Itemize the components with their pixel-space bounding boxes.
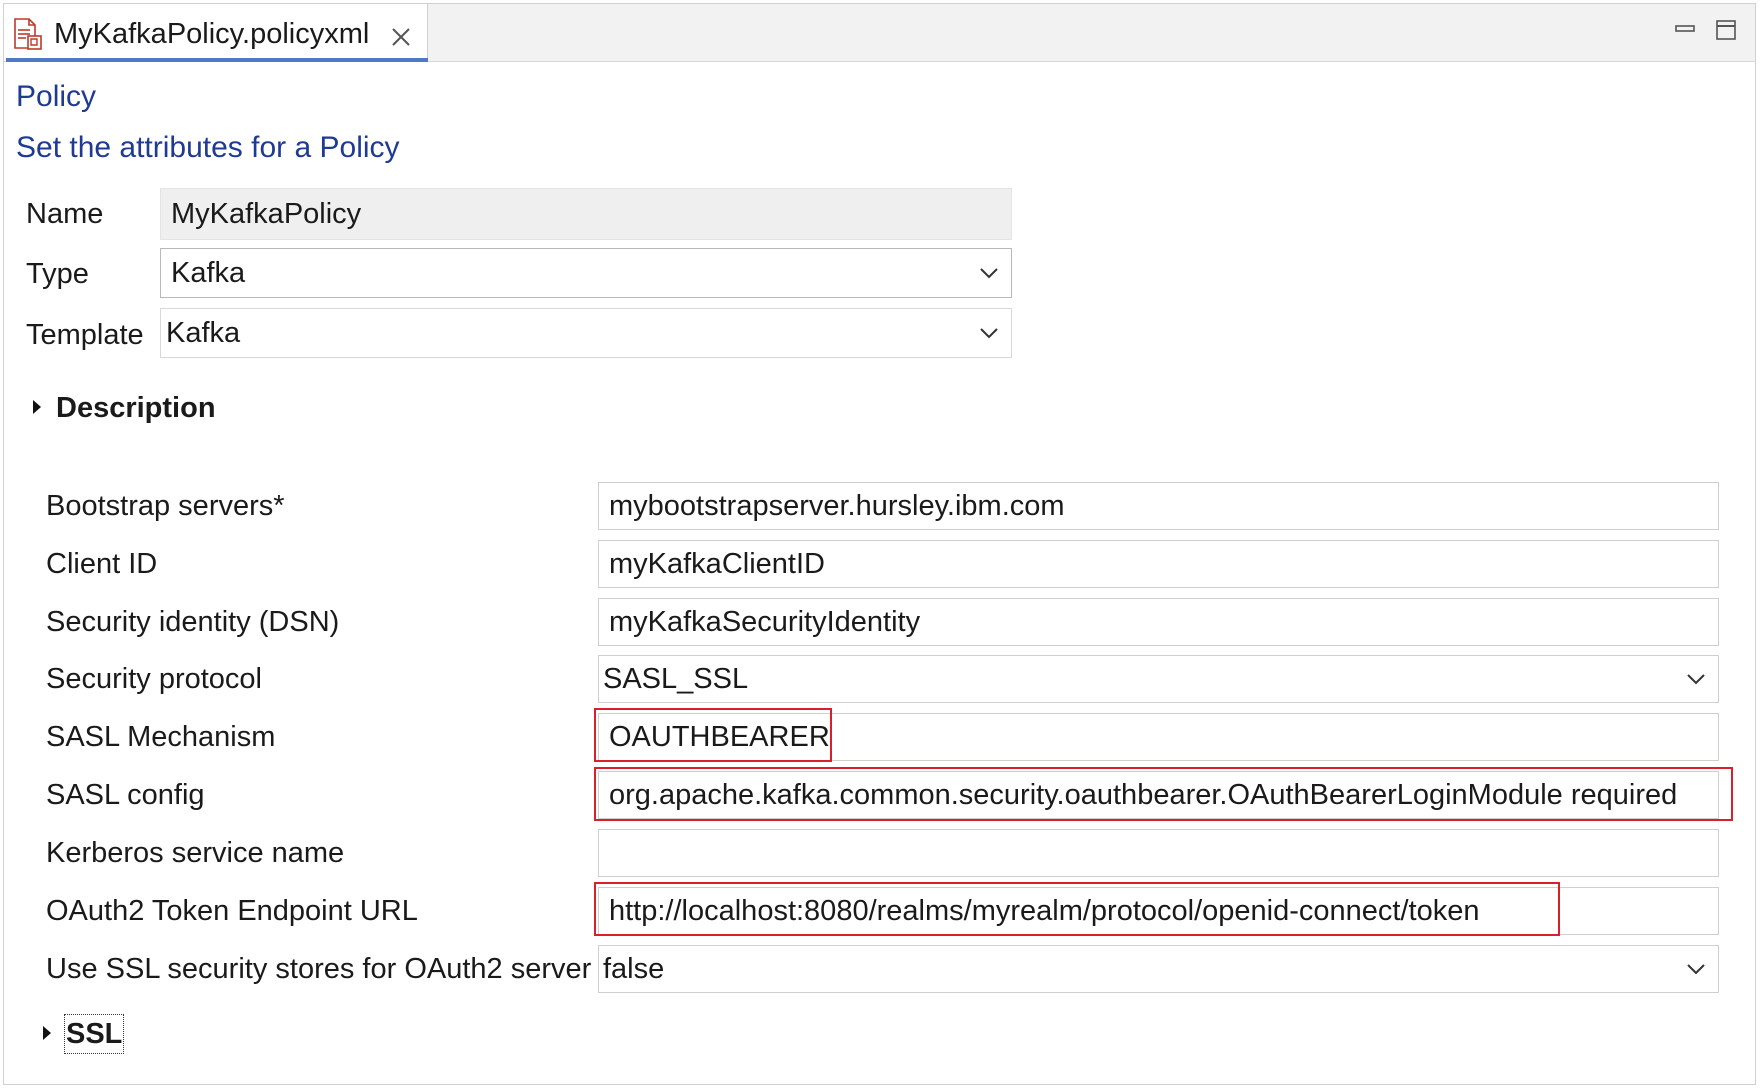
template-value: Kafka <box>166 317 241 349</box>
property-select-use-ssl-security-stores-for-oauth2-server[interactable]: false <box>598 945 1719 993</box>
chevron-down-icon <box>1687 674 1705 685</box>
property-select-security-protocol[interactable]: SASL_SSL <box>598 655 1719 703</box>
property-input-kerberos-service-name[interactable] <box>598 829 1719 877</box>
page-title: Policy <box>16 80 97 113</box>
property-input-sasl-config[interactable]: org.apache.kafka.common.security.oauthbe… <box>598 771 1719 819</box>
property-label-security-protocol: Security protocol <box>46 663 262 695</box>
ssl-section-title[interactable]: SSL <box>63 1014 125 1054</box>
property-input-client-id[interactable]: myKafkaClientID <box>598 540 1719 588</box>
property-label-sasl-config: SASL config <box>46 779 205 811</box>
chevron-down-icon <box>1687 964 1705 975</box>
property-value-oauth2-token-endpoint-url: http://localhost:8080/realms/myrealm/pro… <box>609 895 1480 927</box>
template-label: Template <box>26 319 144 351</box>
close-icon[interactable] <box>390 26 412 48</box>
type-value: Kafka <box>171 257 246 289</box>
description-section-title[interactable]: Description <box>56 390 216 426</box>
property-value-sasl-mechanism: OAUTHBEARER <box>609 721 830 753</box>
active-tab-indicator <box>6 58 428 62</box>
property-value-bootstrap-servers: mybootstrapserver.hursley.ibm.com <box>609 490 1065 522</box>
property-label-client-id: Client ID <box>46 548 158 580</box>
property-value-security-protocol: SASL_SSL <box>603 663 749 695</box>
property-label-oauth2-token-endpoint-url: OAuth2 Token Endpoint URL <box>46 895 418 927</box>
property-input-security-identity-dsn[interactable]: myKafkaSecurityIdentity <box>598 598 1719 646</box>
name-label: Name <box>26 198 104 230</box>
template-select[interactable]: Kafka <box>160 308 1012 358</box>
chevron-down-icon <box>980 268 998 279</box>
policy-editor-window: MyKafkaPolicy.policyxml Policy Set the a… <box>3 3 1756 1085</box>
editor-tab-policyxml[interactable]: MyKafkaPolicy.policyxml <box>4 4 428 62</box>
property-value-sasl-config: org.apache.kafka.common.security.oauthbe… <box>609 779 1678 811</box>
type-select[interactable]: Kafka <box>160 248 1012 298</box>
page-subtitle: Set the attributes for a Policy <box>16 131 400 164</box>
property-value-security-identity-dsn: myKafkaSecurityIdentity <box>609 606 921 638</box>
chevron-down-icon <box>980 328 998 339</box>
name-value: MyKafkaPolicy <box>171 198 362 230</box>
property-value-use-ssl-security-stores-for-oauth2-server: false <box>603 953 665 985</box>
minimize-icon[interactable] <box>1674 18 1698 42</box>
type-label: Type <box>26 258 89 290</box>
expand-arrow-icon[interactable] <box>30 398 44 416</box>
expand-arrow-icon[interactable] <box>40 1024 54 1042</box>
editor-tab-bar: MyKafkaPolicy.policyxml <box>4 4 1755 62</box>
property-label-bootstrap-servers: Bootstrap servers* <box>46 490 285 522</box>
property-label-security-identity-dsn: Security identity (DSN) <box>46 606 340 638</box>
property-label-sasl-mechanism: SASL Mechanism <box>46 721 276 753</box>
editor-tab-title: MyKafkaPolicy.policyxml <box>54 18 370 50</box>
policy-file-icon <box>14 18 42 50</box>
maximize-icon[interactable] <box>1714 18 1738 42</box>
name-field: MyKafkaPolicy <box>160 188 1012 240</box>
property-label-kerberos-service-name: Kerberos service name <box>46 837 345 869</box>
property-label-use-ssl-security-stores-for-oauth2-server: Use SSL security stores for OAuth2 serve… <box>46 953 592 985</box>
property-value-client-id: myKafkaClientID <box>609 548 825 580</box>
property-input-bootstrap-servers[interactable]: mybootstrapserver.hursley.ibm.com <box>598 482 1719 530</box>
property-input-sasl-mechanism[interactable]: OAUTHBEARER <box>598 713 1719 761</box>
property-input-oauth2-token-endpoint-url[interactable]: http://localhost:8080/realms/myrealm/pro… <box>598 887 1719 935</box>
